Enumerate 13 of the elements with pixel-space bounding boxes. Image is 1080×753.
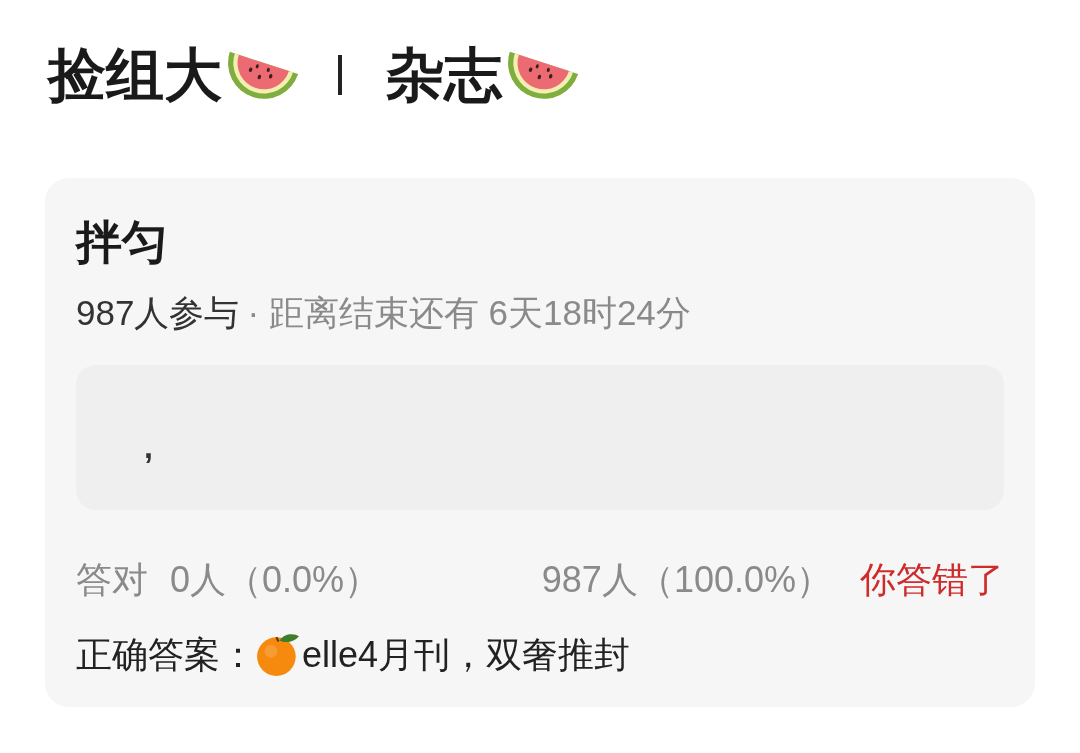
header-title: 杂志	[386, 41, 502, 109]
correct-answer-text: elle4月刊，双奢推封	[302, 633, 631, 677]
answer-box: ,	[76, 365, 1004, 510]
wrong-count: 987人（100.0%）	[541, 558, 832, 602]
poll-question: 拌匀	[76, 215, 169, 270]
correct-answer-label: 正确答案：	[76, 633, 256, 677]
correct-label: 答对	[76, 558, 148, 602]
correct-count: 0人（0.0%）	[170, 558, 381, 602]
time-remaining: · 距离结束还有 6天18时24分	[247, 292, 691, 334]
participant-count: 987人参与	[76, 292, 240, 334]
header-title: 捡组大	[48, 41, 222, 109]
tangerine-icon	[256, 633, 300, 677]
result-text: 你答错了	[860, 558, 1004, 602]
